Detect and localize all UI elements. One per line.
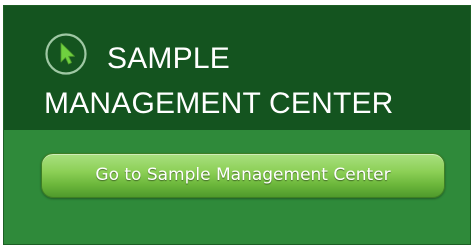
go-to-sample-management-center-button[interactable]: Go to Sample Management Center xyxy=(41,153,445,198)
panel-header: SAMPLE MANAGEMENT CENTER xyxy=(4,6,470,130)
sample-management-panel: SAMPLE MANAGEMENT CENTER xyxy=(3,5,471,245)
panel-title: SAMPLE MANAGEMENT CENTER xyxy=(44,42,394,120)
